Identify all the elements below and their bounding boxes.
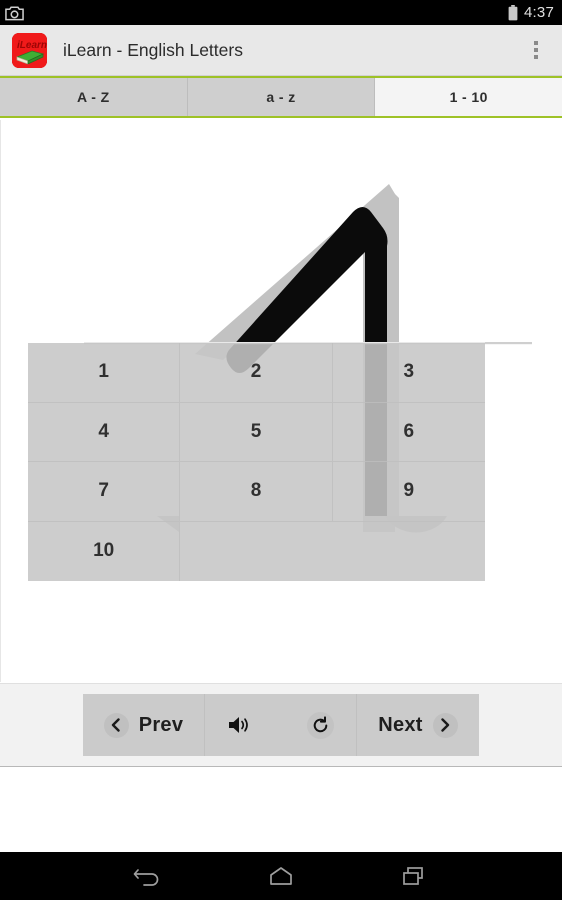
number-cell[interactable]: 10 [28, 521, 181, 581]
prev-label: Prev [138, 713, 184, 736]
status-bar: 4:37 [0, 0, 562, 25]
number-cell[interactable]: 9 [332, 462, 485, 522]
back-arrow-icon[interactable] [124, 856, 172, 896]
overflow-menu-icon[interactable] [516, 26, 556, 74]
media-buttons [205, 694, 357, 756]
number-cell[interactable]: 1 [28, 343, 181, 403]
content-stage[interactable]: 1 2 3 4 5 6 7 8 9 10 [0, 120, 562, 682]
chevron-right-icon [432, 712, 458, 738]
number-label: 9 [403, 480, 415, 502]
number-cell[interactable]: 3 [332, 343, 485, 403]
home-icon[interactable] [257, 856, 305, 896]
overflow-dot [534, 48, 538, 52]
player-controls: Prev Next [83, 694, 479, 756]
chevron-left-icon [103, 712, 129, 738]
number-cell[interactable]: 5 [180, 402, 333, 462]
status-bar-left [5, 5, 24, 21]
number-cell[interactable]: 6 [332, 403, 485, 462]
number-label: 1 [98, 361, 109, 383]
app-title: iLearn - English Letters [63, 39, 243, 60]
tab-uppercase[interactable]: A - Z [0, 78, 188, 116]
refresh-icon[interactable] [307, 711, 334, 739]
number-cell[interactable]: 2 [180, 343, 333, 403]
number-label: 2 [250, 361, 262, 383]
number-cell[interactable]: 7 [28, 462, 181, 522]
number-cell[interactable]: 4 [28, 402, 181, 462]
speaker-volume-icon[interactable] [227, 714, 253, 736]
player-controls-band: Prev Next [0, 683, 562, 767]
tab-strip: A - Z a - z 1 - 10 [0, 76, 562, 118]
number-label: 3 [403, 361, 415, 383]
tab-numbers[interactable]: 1 - 10 [375, 78, 562, 116]
number-label: 5 [250, 420, 262, 442]
number-label: 8 [250, 480, 262, 502]
ilearn-book-logo: iLearn [12, 32, 47, 68]
tab-label: A - Z [77, 89, 110, 105]
number-cell[interactable]: 8 [180, 462, 333, 522]
next-label: Next [378, 713, 423, 736]
svg-text:iLearn: iLearn [17, 40, 47, 51]
number-label: 4 [98, 420, 109, 442]
action-bar: iLearn iLearn - English Letters [0, 25, 562, 76]
number-label: 10 [93, 540, 115, 562]
next-button[interactable]: Next [357, 694, 479, 756]
status-bar-time: 4:37 [524, 4, 554, 21]
number-label: 6 [403, 420, 415, 442]
tab-label: a - z [266, 89, 296, 105]
status-bar-right: 4:37 [508, 4, 554, 21]
overflow-dot [534, 41, 538, 45]
overflow-dot [534, 55, 538, 59]
tab-label: 1 - 10 [449, 89, 488, 105]
system-navigation-bar [0, 852, 562, 900]
recents-icon[interactable] [390, 856, 438, 896]
camera-icon [5, 5, 24, 21]
tab-lowercase[interactable]: a - z [187, 78, 376, 116]
number-label: 7 [98, 480, 109, 502]
prev-button[interactable]: Prev [83, 694, 205, 756]
number-grid[interactable]: 1 2 3 4 5 6 7 8 9 10 [28, 343, 485, 581]
battery-full-icon [508, 4, 518, 21]
app-screen: 4:37 iLearn iLearn - English Letters A -… [0, 0, 562, 900]
